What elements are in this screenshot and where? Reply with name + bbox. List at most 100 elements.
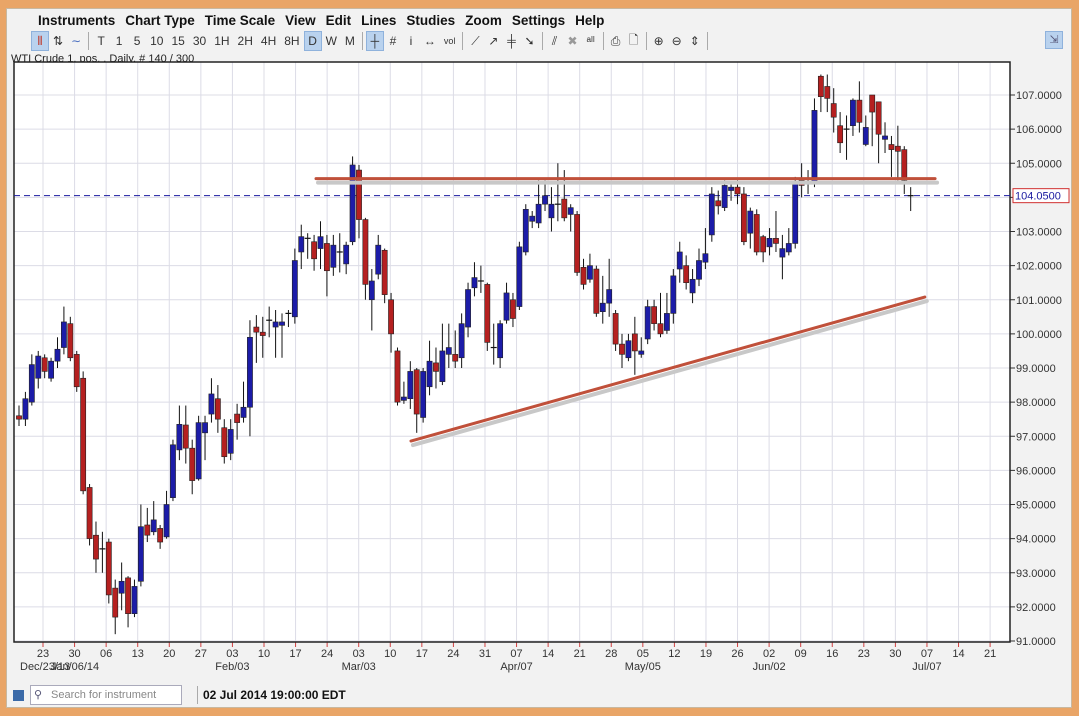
candle-body (439, 350, 446, 382)
candle (105, 538, 112, 604)
candle-body (657, 323, 664, 335)
candle-body (368, 280, 375, 301)
x-tick-label: 13 (132, 648, 144, 660)
y-tick-label: 94.0000 (1016, 534, 1056, 546)
candle-body (118, 580, 125, 594)
candle-body (676, 251, 683, 270)
candle-body (715, 200, 722, 207)
candle-body (824, 86, 831, 99)
candle-body (830, 103, 837, 118)
y-tick-label: 92.0000 (1016, 602, 1056, 614)
candle-body (291, 260, 298, 318)
candle-body (343, 244, 350, 265)
x-tick-label: 27 (195, 648, 207, 660)
candle-body (311, 241, 317, 260)
candle-body (683, 265, 690, 283)
candle-body (516, 246, 523, 307)
candle (349, 156, 356, 246)
y-tick-label: 106.0000 (1016, 124, 1062, 136)
candle-body (696, 260, 702, 280)
candle (86, 484, 93, 546)
candle-body (28, 364, 35, 403)
candle-body (664, 313, 670, 331)
x-tick-label: 17 (416, 648, 428, 660)
candle-body (760, 236, 767, 253)
candle-body (330, 244, 337, 268)
candle-body (638, 350, 645, 355)
x-tick-label: 21 (984, 648, 996, 660)
candle (644, 299, 651, 345)
x-tick-label: 23 (37, 648, 49, 660)
x-tick-label: 09 (795, 648, 807, 660)
candle-body (407, 371, 414, 400)
price-chart[interactable]: 23 30 06 13 20 27 03 10 17 24 03 10 17 24 31 07 14 21 28 05… (0, 0, 1079, 716)
candle-body (388, 299, 394, 335)
candle-body (105, 541, 112, 596)
candle-body (471, 277, 478, 289)
candle (740, 187, 747, 246)
y-tick-label: 107.0000 (1016, 90, 1062, 102)
candle-body (445, 347, 452, 355)
candle-body (298, 236, 305, 253)
x-tick-label: 07 (921, 648, 933, 660)
y-tick-label: 100.0000 (1016, 329, 1062, 341)
x-tick-label: 05 (637, 648, 649, 660)
candle (484, 282, 491, 351)
x-tick-label: 30 (68, 648, 80, 660)
candle-body (734, 186, 741, 195)
x-tick-label: 12 (668, 648, 680, 660)
candle-body (850, 99, 856, 127)
x-tick-label: 31 (479, 648, 491, 660)
candle-body (625, 340, 632, 359)
candle-body (433, 362, 439, 372)
candle-body (811, 110, 818, 185)
candle-body (574, 214, 581, 273)
candle-body (779, 248, 786, 258)
candle-body (599, 302, 606, 312)
candle-body (458, 323, 465, 359)
y-tick-label: 95.0000 (1016, 500, 1056, 512)
candle-body (137, 526, 144, 582)
candle-body (484, 284, 491, 343)
candle-body (41, 357, 48, 372)
candle-body (317, 236, 324, 249)
candle-body (503, 292, 510, 321)
candle-body (150, 519, 157, 533)
candle-body (510, 299, 516, 319)
candle-body (221, 427, 228, 458)
candle (516, 241, 523, 310)
candle-body (837, 125, 844, 144)
candle-body (522, 209, 529, 253)
y-tick-label: 96.0000 (1016, 465, 1056, 477)
candle-body (702, 253, 709, 263)
x-major-label: Jul/07 (912, 661, 941, 673)
x-major-label: May/05 (625, 661, 661, 673)
y-tick-label: 102.0000 (1016, 261, 1062, 273)
y-tick-label: 103.0000 (1016, 227, 1062, 239)
candle-body (875, 101, 882, 135)
candle-body (773, 238, 779, 244)
candle-body (542, 195, 548, 205)
candle-body (561, 198, 568, 219)
candle-body (606, 289, 613, 304)
x-tick-label: 17 (289, 648, 301, 660)
candle-body (747, 210, 754, 234)
x-tick-label: 26 (731, 648, 743, 660)
x-tick-label: 03 (226, 648, 238, 660)
x-major-label: Mar/03 (342, 661, 376, 673)
y-tick-label: 97.0000 (1016, 431, 1056, 443)
candle-body (234, 413, 241, 423)
candle-body (247, 336, 253, 408)
candle-body (535, 203, 542, 224)
candle-body (497, 323, 504, 359)
candle (394, 347, 401, 406)
candle-body (529, 215, 536, 222)
candle-body (856, 99, 863, 123)
candle-body (176, 424, 183, 451)
candle (195, 415, 202, 481)
candle-body (593, 268, 600, 314)
candle-body (362, 219, 369, 285)
candle (811, 98, 818, 188)
candle-body (240, 406, 247, 418)
candle (67, 316, 74, 362)
